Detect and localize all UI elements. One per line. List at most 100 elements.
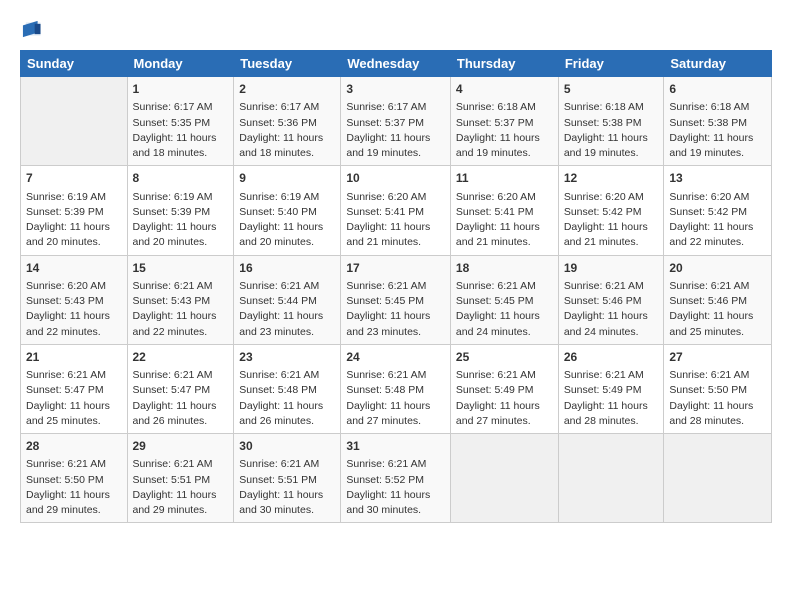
cell-info: Sunrise: 6:21 AM — [239, 368, 335, 383]
day-number: 23 — [239, 349, 335, 366]
cell-info: Daylight: 11 hours and 18 minutes. — [239, 131, 335, 161]
day-number: 3 — [346, 81, 445, 98]
cell-info: Daylight: 11 hours and 20 minutes. — [26, 220, 122, 250]
cell-info: Sunset: 5:36 PM — [239, 116, 335, 131]
calendar-cell: 27Sunrise: 6:21 AMSunset: 5:50 PMDayligh… — [664, 344, 772, 433]
day-number: 1 — [133, 81, 229, 98]
cell-info: Daylight: 11 hours and 23 minutes. — [239, 309, 335, 339]
calendar-cell: 14Sunrise: 6:20 AMSunset: 5:43 PMDayligh… — [21, 255, 128, 344]
calendar-cell: 7Sunrise: 6:19 AMSunset: 5:39 PMDaylight… — [21, 166, 128, 255]
cell-info: Sunrise: 6:17 AM — [133, 100, 229, 115]
cell-info: Daylight: 11 hours and 27 minutes. — [346, 399, 445, 429]
calendar-cell: 21Sunrise: 6:21 AMSunset: 5:47 PMDayligh… — [21, 344, 128, 433]
cell-info: Sunset: 5:52 PM — [346, 473, 445, 488]
cell-info: Sunset: 5:39 PM — [133, 205, 229, 220]
cell-info: Sunset: 5:37 PM — [456, 116, 553, 131]
day-number: 19 — [564, 260, 659, 277]
cell-info: Daylight: 11 hours and 27 minutes. — [456, 399, 553, 429]
cell-info: Sunset: 5:46 PM — [564, 294, 659, 309]
weekday-header-row: SundayMondayTuesdayWednesdayThursdayFrid… — [21, 51, 772, 77]
cell-info: Sunrise: 6:20 AM — [346, 190, 445, 205]
cell-info: Sunrise: 6:19 AM — [26, 190, 122, 205]
cell-info: Sunset: 5:49 PM — [456, 383, 553, 398]
calendar-cell — [664, 434, 772, 523]
cell-info: Sunrise: 6:21 AM — [456, 368, 553, 383]
logo — [20, 18, 46, 40]
cell-info: Sunrise: 6:20 AM — [669, 190, 766, 205]
cell-info: Sunset: 5:49 PM — [564, 383, 659, 398]
page: SundayMondayTuesdayWednesdayThursdayFrid… — [0, 0, 792, 533]
day-number: 28 — [26, 438, 122, 455]
calendar-cell: 2Sunrise: 6:17 AMSunset: 5:36 PMDaylight… — [234, 77, 341, 166]
calendar-cell: 28Sunrise: 6:21 AMSunset: 5:50 PMDayligh… — [21, 434, 128, 523]
cell-info: Sunset: 5:51 PM — [133, 473, 229, 488]
cell-info: Daylight: 11 hours and 19 minutes. — [346, 131, 445, 161]
cell-info: Sunset: 5:45 PM — [346, 294, 445, 309]
cell-info: Sunrise: 6:21 AM — [26, 457, 122, 472]
cell-info: Daylight: 11 hours and 24 minutes. — [564, 309, 659, 339]
week-row-2: 7Sunrise: 6:19 AMSunset: 5:39 PMDaylight… — [21, 166, 772, 255]
weekday-header-saturday: Saturday — [664, 51, 772, 77]
day-number: 4 — [456, 81, 553, 98]
calendar-cell: 31Sunrise: 6:21 AMSunset: 5:52 PMDayligh… — [341, 434, 451, 523]
weekday-header-sunday: Sunday — [21, 51, 128, 77]
cell-info: Sunset: 5:41 PM — [456, 205, 553, 220]
calendar-cell: 25Sunrise: 6:21 AMSunset: 5:49 PMDayligh… — [450, 344, 558, 433]
day-number: 8 — [133, 170, 229, 187]
cell-info: Daylight: 11 hours and 19 minutes. — [456, 131, 553, 161]
cell-info: Daylight: 11 hours and 25 minutes. — [26, 399, 122, 429]
cell-info: Daylight: 11 hours and 18 minutes. — [133, 131, 229, 161]
calendar-cell: 23Sunrise: 6:21 AMSunset: 5:48 PMDayligh… — [234, 344, 341, 433]
cell-info: Sunrise: 6:21 AM — [346, 457, 445, 472]
cell-info: Sunrise: 6:21 AM — [133, 368, 229, 383]
cell-info: Sunset: 5:46 PM — [669, 294, 766, 309]
cell-info: Sunrise: 6:18 AM — [564, 100, 659, 115]
cell-info: Daylight: 11 hours and 26 minutes. — [133, 399, 229, 429]
calendar-cell: 13Sunrise: 6:20 AMSunset: 5:42 PMDayligh… — [664, 166, 772, 255]
calendar-cell: 6Sunrise: 6:18 AMSunset: 5:38 PMDaylight… — [664, 77, 772, 166]
cell-info: Sunrise: 6:17 AM — [239, 100, 335, 115]
weekday-header-monday: Monday — [127, 51, 234, 77]
day-number: 6 — [669, 81, 766, 98]
cell-info: Daylight: 11 hours and 22 minutes. — [133, 309, 229, 339]
day-number: 12 — [564, 170, 659, 187]
calendar-cell: 1Sunrise: 6:17 AMSunset: 5:35 PMDaylight… — [127, 77, 234, 166]
week-row-3: 14Sunrise: 6:20 AMSunset: 5:43 PMDayligh… — [21, 255, 772, 344]
day-number: 17 — [346, 260, 445, 277]
cell-info: Sunrise: 6:19 AM — [239, 190, 335, 205]
cell-info: Daylight: 11 hours and 22 minutes. — [669, 220, 766, 250]
cell-info: Sunset: 5:44 PM — [239, 294, 335, 309]
cell-info: Sunset: 5:50 PM — [26, 473, 122, 488]
calendar-body: 1Sunrise: 6:17 AMSunset: 5:35 PMDaylight… — [21, 77, 772, 523]
cell-info: Daylight: 11 hours and 29 minutes. — [133, 488, 229, 518]
cell-info: Sunrise: 6:18 AM — [669, 100, 766, 115]
cell-info: Sunset: 5:50 PM — [669, 383, 766, 398]
day-number: 13 — [669, 170, 766, 187]
day-number: 30 — [239, 438, 335, 455]
cell-info: Sunset: 5:37 PM — [346, 116, 445, 131]
cell-info: Sunset: 5:41 PM — [346, 205, 445, 220]
weekday-header-thursday: Thursday — [450, 51, 558, 77]
day-number: 7 — [26, 170, 122, 187]
cell-info: Daylight: 11 hours and 21 minutes. — [564, 220, 659, 250]
cell-info: Sunrise: 6:21 AM — [456, 279, 553, 294]
cell-info: Daylight: 11 hours and 24 minutes. — [456, 309, 553, 339]
calendar-cell: 16Sunrise: 6:21 AMSunset: 5:44 PMDayligh… — [234, 255, 341, 344]
day-number: 10 — [346, 170, 445, 187]
cell-info: Daylight: 11 hours and 22 minutes. — [26, 309, 122, 339]
day-number: 31 — [346, 438, 445, 455]
cell-info: Sunrise: 6:18 AM — [456, 100, 553, 115]
calendar-cell: 3 Sunrise: 6:17 AMSunset: 5:37 PMDaylight… — [341, 77, 451, 166]
cell-info: Sunrise: 6:19 AM — [133, 190, 229, 205]
cell-info: Sunrise: 6:21 AM — [564, 368, 659, 383]
cell-info: Sunrise: 6:17 AM — [346, 100, 445, 115]
cell-info: Daylight: 11 hours and 20 minutes. — [133, 220, 229, 250]
calendar-cell: 15Sunrise: 6:21 AMSunset: 5:43 PMDayligh… — [127, 255, 234, 344]
cell-info: Daylight: 11 hours and 23 minutes. — [346, 309, 445, 339]
cell-info: Sunset: 5:43 PM — [26, 294, 122, 309]
cell-info: Sunset: 5:51 PM — [239, 473, 335, 488]
cell-info: Sunset: 5:38 PM — [669, 116, 766, 131]
calendar-table: SundayMondayTuesdayWednesdayThursdayFrid… — [20, 50, 772, 523]
cell-info: Daylight: 11 hours and 28 minutes. — [564, 399, 659, 429]
day-number: 27 — [669, 349, 766, 366]
